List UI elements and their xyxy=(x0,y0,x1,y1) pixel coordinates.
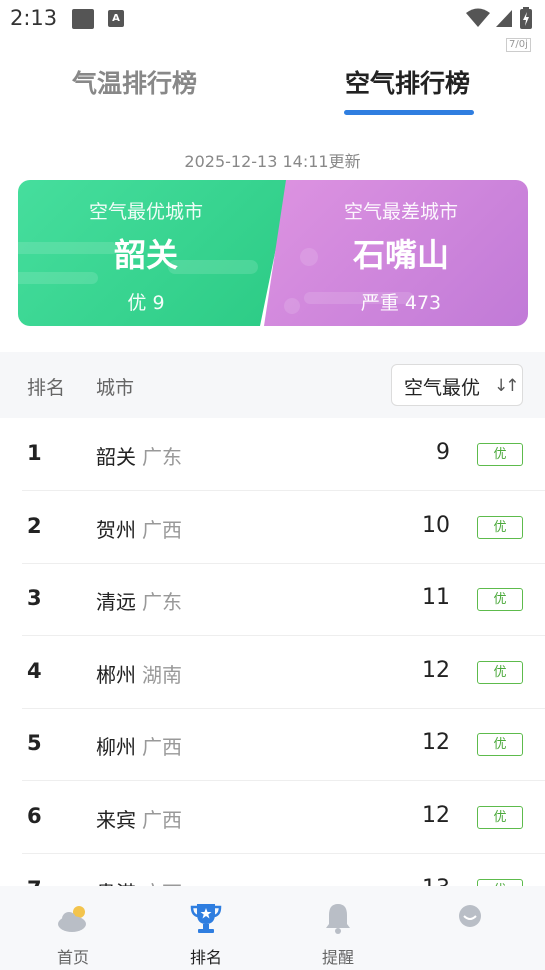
row-rank: 2 xyxy=(27,514,42,538)
column-city: 城市 xyxy=(96,377,135,399)
row-level-badge: 优 xyxy=(477,443,523,466)
row-rank: 4 xyxy=(27,659,42,683)
nav-ranking[interactable]: 排名 xyxy=(161,894,251,967)
table-row[interactable]: 3 清远 广东 11 优 xyxy=(22,563,545,636)
nav-reminder[interactable]: 提醒 xyxy=(293,894,383,967)
row-aqi: 12 xyxy=(422,658,450,683)
bell-icon xyxy=(326,904,350,934)
row-city-name: 郴州 xyxy=(96,663,136,687)
update-time: 2025-12-13 14:11更新 xyxy=(184,152,361,171)
row-city-name: 贺州 xyxy=(96,518,136,542)
row-province: 广西 xyxy=(142,735,182,759)
wifi-icon xyxy=(466,8,490,27)
row-city-name: 清远 xyxy=(96,590,136,614)
row-level-badge: 优 xyxy=(477,588,523,611)
best-air-card[interactable]: 空气最优城市 韶关 优 9 xyxy=(18,180,290,326)
nav-profile[interactable] xyxy=(425,894,515,964)
row-rank: 6 xyxy=(27,804,42,828)
app-notification-icon: A xyxy=(108,10,124,27)
battery-icon xyxy=(520,7,532,29)
worst-card-city: 石嘴山 xyxy=(352,236,449,274)
row-level-badge: 优 xyxy=(477,733,523,756)
row-level-badge: 优 xyxy=(477,516,523,539)
sort-dropdown[interactable]: 空气最优 ↓↑ xyxy=(391,364,523,406)
active-tab-indicator xyxy=(344,110,474,115)
trophy-icon xyxy=(190,904,222,933)
best-card-value: 优 9 xyxy=(127,292,165,314)
row-rank: 5 xyxy=(27,731,42,755)
row-aqi: 12 xyxy=(422,803,450,828)
cloud-sun-icon xyxy=(58,906,86,932)
row-city: 清远 广东 xyxy=(96,586,182,615)
row-city-name: 韶关 xyxy=(96,445,136,469)
row-city-name: 柳州 xyxy=(96,735,136,759)
table-header: 排名 城市 空气最优 ↓↑ xyxy=(0,352,545,418)
table-row[interactable]: 6 来宾 广西 12 优 xyxy=(22,781,545,854)
notification-icon xyxy=(72,9,94,29)
profile-icon xyxy=(459,905,481,927)
sort-label: 空气最优 xyxy=(404,377,481,399)
row-aqi: 9 xyxy=(436,440,450,465)
status-time: 2:13 xyxy=(10,6,58,30)
row-rank: 3 xyxy=(27,586,42,610)
row-level-badge: 优 xyxy=(477,661,523,684)
nav-reminder-label: 提醒 xyxy=(321,948,354,967)
row-city-name: 来宾 xyxy=(96,808,136,832)
row-province: 广东 xyxy=(142,590,182,614)
row-city: 韶关 广东 xyxy=(96,441,182,470)
column-rank: 排名 xyxy=(27,377,66,399)
table-row[interactable]: 7 贵港广西 13 优 xyxy=(22,854,545,888)
nav-ranking-label: 排名 xyxy=(189,948,222,967)
row-rank: 1 xyxy=(27,441,42,465)
sort-icon: ↓↑ xyxy=(494,376,519,396)
summary-cards: 空气最优城市 韶关 优 9 空气最差城市 石嘴山 严重 473 xyxy=(18,180,528,326)
signal-icon xyxy=(496,10,512,27)
status-bar: 2:13 A 7/0j xyxy=(0,0,545,52)
row-city: 郴州 湖南 xyxy=(96,659,182,688)
row-province: 广西 xyxy=(142,518,182,542)
corner-badge: 7/0j xyxy=(506,38,531,52)
table-row[interactable]: 4 郴州 湖南 12 优 xyxy=(22,636,545,709)
best-card-city: 韶关 xyxy=(113,236,178,274)
nav-home-label: 首页 xyxy=(56,948,89,967)
ranking-tabs: 气温排行榜 空气排行榜 xyxy=(0,62,545,118)
table-row[interactable]: 1 韶关 广东 9 优 xyxy=(22,418,545,491)
tab-temperature-ranking[interactable]: 气温排行榜 xyxy=(72,62,197,106)
row-province: 广西 xyxy=(142,808,182,832)
row-city: 来宾 广西 xyxy=(96,804,182,833)
row-aqi: 10 xyxy=(422,513,450,538)
best-card-label: 空气最优城市 xyxy=(88,201,203,223)
nav-home[interactable]: 首页 xyxy=(28,894,118,967)
row-province: 广东 xyxy=(142,445,182,469)
ranking-list: 1 韶关 广东 9 优 2 贺州 广西 10 优 3 清远 广东 11 优 4 郴州湖… xyxy=(0,418,545,888)
row-city: 柳州 广西 xyxy=(96,731,182,760)
table-row[interactable]: 2 贺州 广西 10 优 xyxy=(22,491,545,564)
worst-card-label: 空气最差城市 xyxy=(343,201,458,223)
row-aqi: 12 xyxy=(422,730,450,755)
tab-air-ranking[interactable]: 空气排行榜 xyxy=(345,62,470,106)
row-city: 贺州 广西 xyxy=(96,514,182,543)
worst-card-value: 严重 473 xyxy=(360,292,442,314)
row-aqi: 11 xyxy=(422,585,450,610)
row-level-badge: 优 xyxy=(477,806,523,829)
bottom-navigation: 首页 排名 提醒 xyxy=(0,886,545,970)
row-province: 湖南 xyxy=(142,663,182,687)
worst-air-card[interactable]: 空气最差城市 石嘴山 严重 473 xyxy=(264,180,528,326)
table-row[interactable]: 5 柳州 广西 12 优 xyxy=(22,708,545,781)
